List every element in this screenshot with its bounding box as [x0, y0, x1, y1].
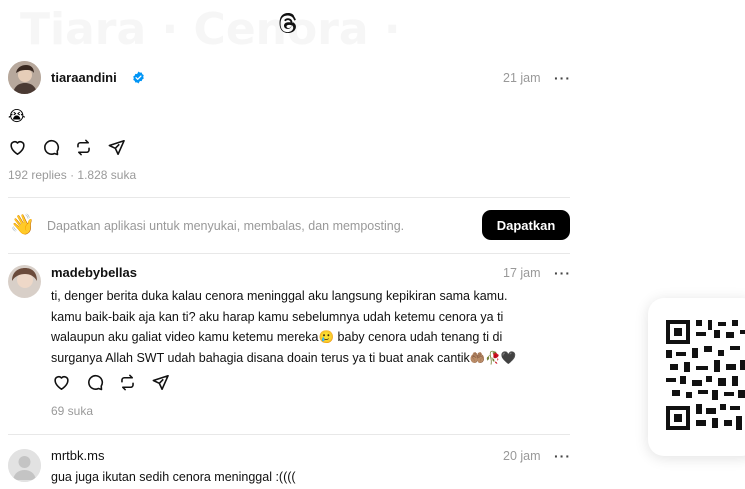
avatar[interactable]	[8, 265, 41, 298]
likes-count[interactable]: 1.828 suka	[77, 168, 136, 182]
stats-separator: ·	[70, 168, 75, 182]
avatar-photo	[8, 61, 41, 94]
avatar[interactable]	[8, 61, 41, 94]
reply-actions	[52, 373, 170, 392]
get-app-button[interactable]: Dapatkan	[482, 210, 570, 240]
more-options-button[interactable]: ···	[554, 70, 571, 86]
qr-code-card[interactable]	[648, 298, 745, 456]
share-icon[interactable]	[107, 138, 126, 157]
repost-icon[interactable]	[74, 138, 93, 157]
heart-icon[interactable]	[52, 373, 71, 392]
avatar[interactable]	[8, 449, 41, 482]
reply-username[interactable]: mrtbk.ms	[51, 448, 104, 463]
share-icon[interactable]	[151, 373, 170, 392]
repost-icon[interactable]	[118, 373, 137, 392]
reply-text-line: walaupun aku galiat video kamu ketemu me…	[51, 330, 503, 344]
reply-text-line: ti, denger berita duka kalau cenora meni…	[51, 289, 508, 303]
post-timestamp: 21 jam	[503, 71, 541, 85]
reply-timestamp: 20 jam	[503, 449, 541, 463]
replies-count[interactable]: 192 replies	[8, 168, 67, 182]
likes-count[interactable]: 69 suka	[51, 404, 93, 418]
heart-icon[interactable]	[8, 138, 27, 157]
divider	[8, 434, 570, 435]
more-options-button[interactable]: ···	[554, 448, 571, 464]
post-stats: 192 replies · 1.828 suka	[8, 168, 136, 182]
post-emoji: 😭	[8, 108, 26, 125]
background-watermark: Tiara · Cenora ·	[20, 4, 401, 55]
verified-badge-icon	[133, 71, 144, 84]
reply-text-line: gua juga ikutan sedih cenora meninggal :…	[51, 470, 296, 484]
reply-timestamp: 17 jam	[503, 266, 541, 280]
reply-text: ti, denger berita duka kalau cenora meni…	[51, 286, 571, 368]
comment-icon[interactable]	[85, 373, 104, 392]
post-actions	[8, 138, 126, 157]
default-avatar-icon	[8, 449, 41, 482]
qr-code-icon	[666, 320, 745, 430]
banner-text: Dapatkan aplikasi untuk menyukai, membal…	[47, 219, 405, 233]
divider	[8, 253, 570, 254]
reply-username[interactable]: madebybellas	[51, 265, 137, 280]
more-options-button[interactable]: ···	[554, 265, 571, 281]
post-username[interactable]: tiaraandini	[51, 70, 117, 85]
divider	[8, 197, 570, 198]
waving-hand-icon: 👋	[10, 214, 35, 236]
reply-text: gua juga ikutan sedih cenora meninggal :…	[51, 467, 571, 488]
comment-icon[interactable]	[41, 138, 60, 157]
avatar-photo	[8, 265, 41, 298]
reply-text-line: surganya Allah SWT udah bahagia disana d…	[51, 350, 517, 365]
reply-text-line: kamu baik-baik aja kan ti? aku harap kam…	[51, 309, 504, 324]
threads-logo-icon[interactable]	[276, 12, 300, 36]
